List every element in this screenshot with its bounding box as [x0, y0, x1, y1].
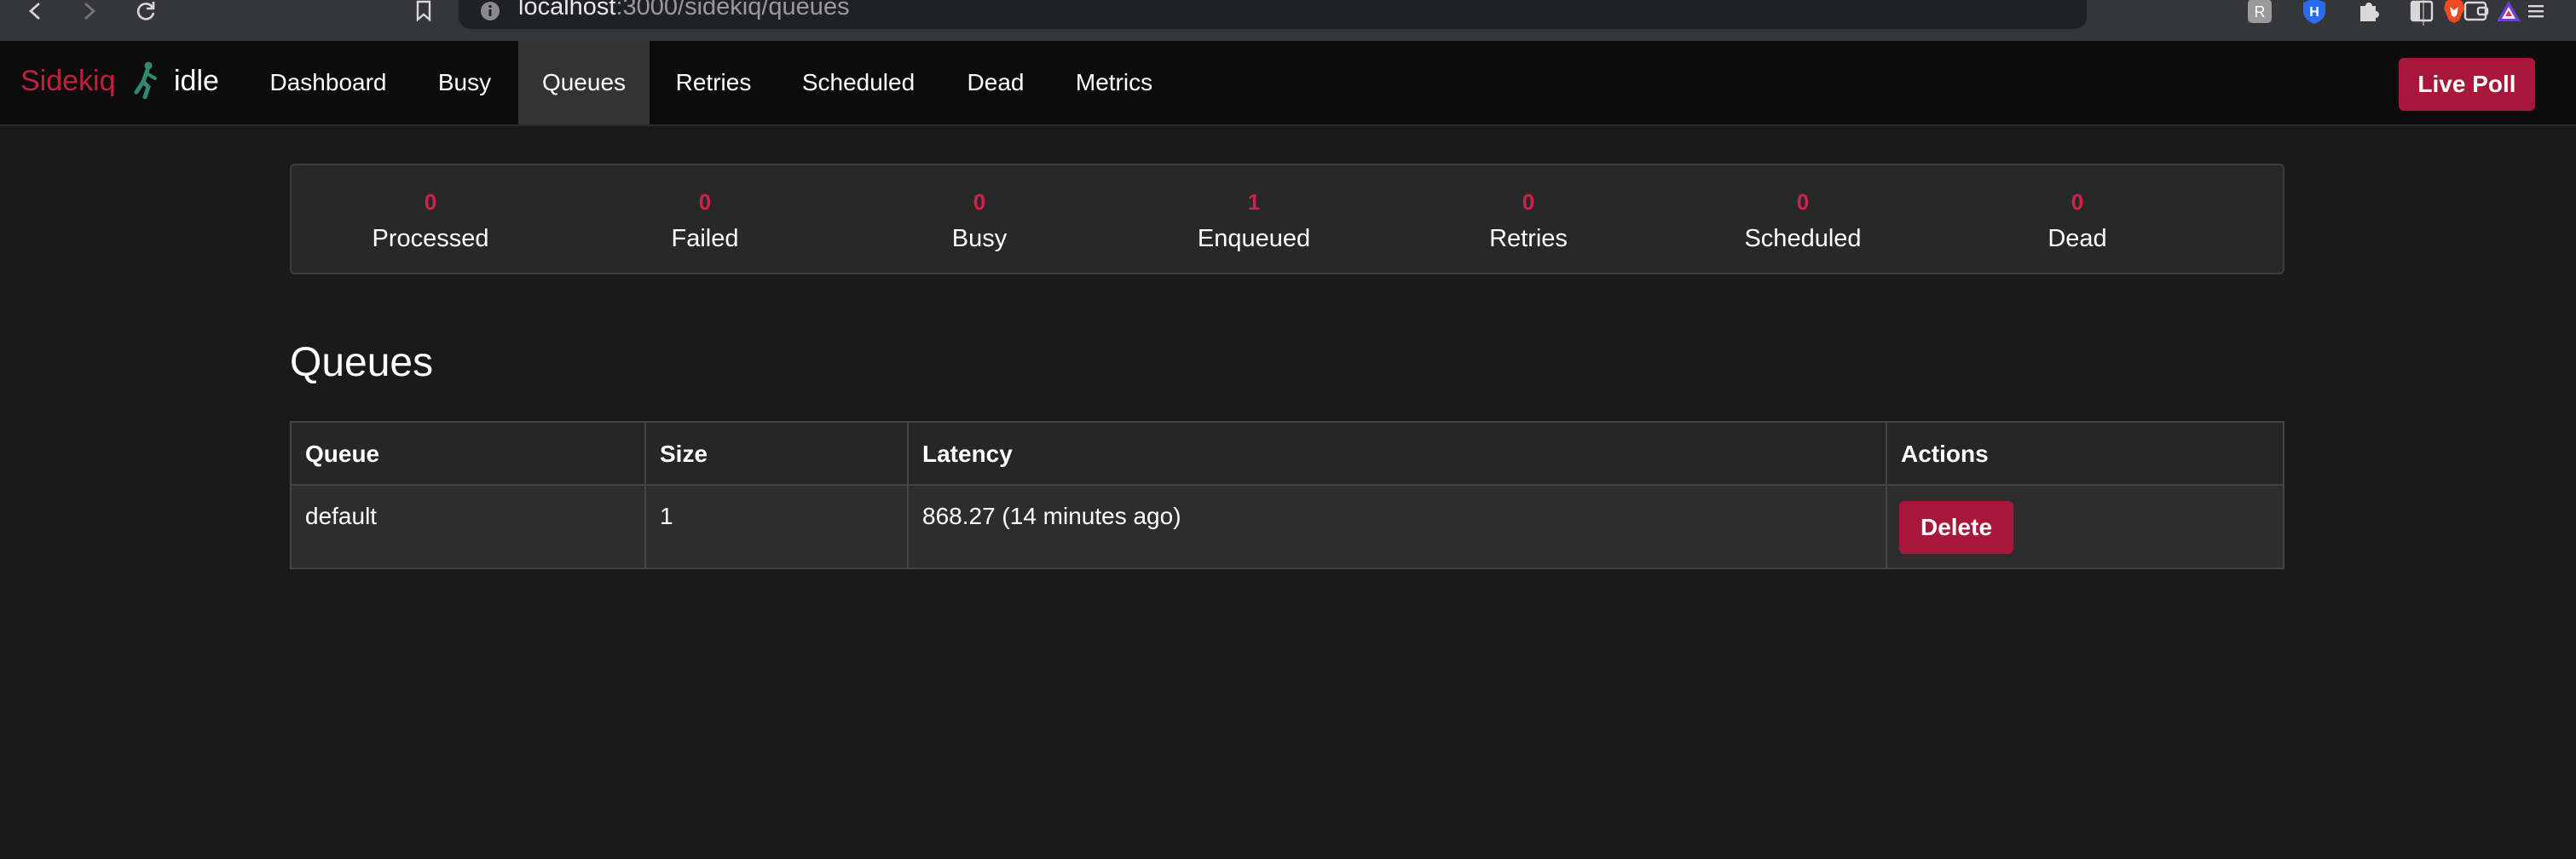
svg-text:R: R — [2255, 3, 2266, 20]
stat-count: 0 — [2071, 189, 2084, 215]
sidekiq-runner-icon — [131, 61, 162, 100]
nav-queues[interactable]: Queues — [518, 41, 650, 124]
back-icon[interactable] — [24, 0, 46, 22]
stat-enqueued[interactable]: 1 Enqueued — [1117, 165, 1391, 273]
extension-h-icon[interactable]: H — [2302, 0, 2327, 24]
queue-latency: 868.27 (14 minutes ago) — [909, 486, 1887, 568]
stat-processed[interactable]: 0 Processed — [293, 165, 568, 273]
column-header-queue: Queue — [292, 423, 646, 486]
nav-dashboard[interactable]: Dashboard — [254, 41, 402, 124]
page-title: Queues — [290, 340, 434, 385]
sidebar-icon[interactable] — [2409, 0, 2434, 22]
top-navigation: Sidekiq idle Dashboard Busy Queues Retri… — [0, 41, 2576, 126]
stat-count: 0 — [1796, 189, 1810, 215]
queue-name-link[interactable]: default — [292, 486, 646, 568]
wallet-icon[interactable] — [2463, 0, 2489, 22]
stat-label: Retries — [1489, 225, 1568, 252]
brand-link[interactable]: Sidekiq — [20, 65, 116, 98]
stat-count: 0 — [698, 189, 712, 215]
live-poll-button[interactable]: Live Poll — [2399, 58, 2535, 111]
queue-size: 1 — [646, 486, 909, 568]
stat-failed[interactable]: 0 Failed — [568, 165, 842, 273]
browser-toolbar: localhost:3000/sidekiq/queues R H — [0, 0, 2576, 41]
menu-icon[interactable] — [2523, 0, 2549, 22]
stat-label: Busy — [951, 225, 1008, 252]
stat-label: Dead — [2048, 225, 2107, 252]
url-host: localhost — [518, 0, 616, 20]
stat-busy[interactable]: 0 Busy — [842, 165, 1117, 273]
url-text[interactable]: localhost:3000/sidekiq/queues — [518, 0, 850, 21]
column-header-size: Size — [646, 423, 909, 486]
url-path: :3000/sidekiq/queues — [615, 0, 850, 20]
nav-scheduled[interactable]: Scheduled — [784, 41, 933, 124]
stat-count: 0 — [1522, 189, 1535, 215]
address-bar[interactable]: localhost:3000/sidekiq/queues — [459, 0, 2521, 29]
column-header-actions: Actions — [1887, 423, 2283, 486]
stat-label: Processed — [372, 225, 489, 252]
extension-r-icon[interactable]: R — [2247, 0, 2273, 23]
brave-rewards-icon[interactable] — [2494, 0, 2523, 22]
stat-label: Enqueued — [1197, 225, 1311, 252]
nav-metrics[interactable]: Metrics — [1060, 41, 1168, 124]
column-header-latency: Latency — [909, 423, 1887, 486]
stat-count: 0 — [973, 189, 986, 215]
column-divider — [644, 423, 646, 568]
site-info-icon[interactable] — [479, 0, 501, 22]
nav-dead[interactable]: Dead — [951, 41, 1040, 124]
nav-busy[interactable]: Busy — [418, 41, 511, 124]
reload-icon[interactable] — [133, 0, 159, 22]
svg-text:H: H — [2309, 5, 2319, 20]
forward-icon[interactable] — [78, 0, 101, 22]
delete-queue-button[interactable]: Delete — [1899, 501, 2013, 554]
stat-label: Failed — [671, 225, 739, 252]
stat-count: 0 — [424, 189, 437, 215]
summary-stats: 0 Processed 0 Failed 0 Busy 1 Enqueued 0… — [290, 164, 2284, 274]
column-divider — [1886, 423, 1887, 568]
nav-retries[interactable]: Retries — [656, 41, 771, 124]
column-divider — [907, 423, 909, 568]
stat-scheduled[interactable]: 0 Scheduled — [1666, 165, 1940, 273]
stat-count: 1 — [1247, 189, 1261, 215]
stat-retries[interactable]: 0 Retries — [1391, 165, 1666, 273]
bookmark-icon[interactable] — [413, 0, 435, 22]
stat-label: Scheduled — [1744, 225, 1862, 252]
stat-dead[interactable]: 0 Dead — [1940, 165, 2215, 273]
extensions-puzzle-icon[interactable] — [2356, 0, 2382, 22]
process-status: idle — [174, 65, 219, 97]
